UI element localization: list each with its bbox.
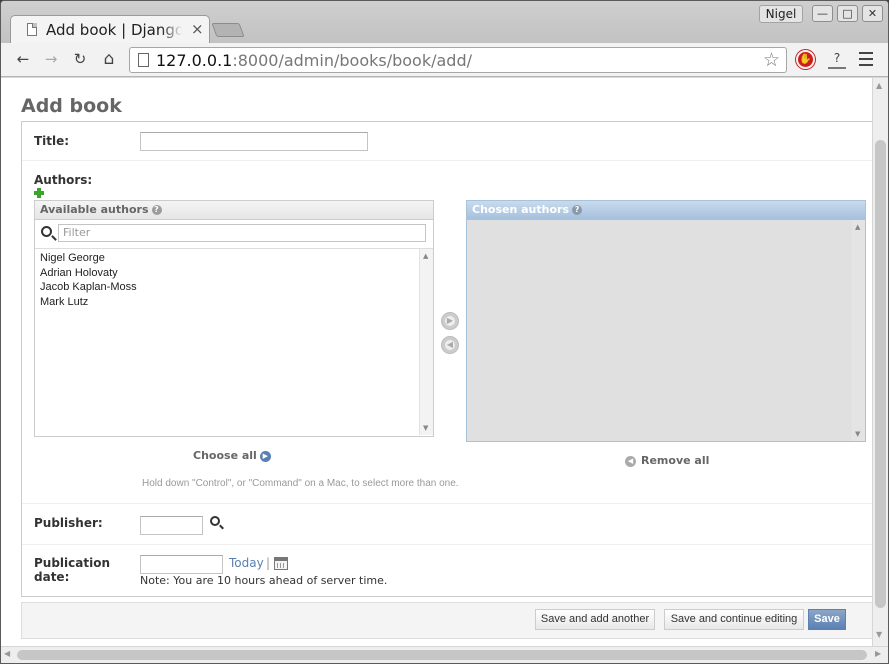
remove-all-link[interactable]: ◀ Remove all <box>625 454 709 467</box>
title-row: Title: <box>22 122 872 161</box>
download-extension-icon[interactable]: ? <box>828 51 846 69</box>
publication-date-input[interactable] <box>140 555 223 574</box>
save-and-add-another-button[interactable]: Save and add another <box>535 609 655 630</box>
choose-all-link[interactable]: Choose all ▶ <box>193 449 271 462</box>
maximize-button[interactable]: □ <box>837 5 858 22</box>
page-title: Add book <box>21 95 122 117</box>
title-label: Title: <box>34 134 70 148</box>
add-author-plus-icon[interactable] <box>34 188 44 198</box>
authors-row: Authors: Available authors? Filter Nigel… <box>22 161 872 504</box>
publisher-input[interactable] <box>140 516 203 535</box>
stop-extension-icon[interactable]: ✋ <box>796 50 815 69</box>
available-authors-box: Available authors? Filter Nigel George A… <box>34 200 434 437</box>
close-window-button[interactable]: ✕ <box>862 5 883 22</box>
bookmark-star-icon[interactable]: ☆ <box>763 49 780 71</box>
browser-tab[interactable]: Add book | Django site admin × <box>10 15 210 43</box>
page-horizontal-scrollbar[interactable]: ◀ ▶ <box>1 646 888 663</box>
save-and-continue-button[interactable]: Save and continue editing <box>664 609 804 630</box>
browser-toolbar: ← → ↻ ⌂ 127.0.0.1:8000/admin/books/book/… <box>1 43 888 77</box>
author-option[interactable]: Adrian Holovaty <box>35 266 433 281</box>
forward-icon[interactable]: → <box>41 49 61 69</box>
publication-date-row: Publication date: Today | Note: You are 1… <box>22 545 872 598</box>
available-authors-list[interactable]: Nigel George Adrian Holovaty Jacob Kapla… <box>35 249 433 435</box>
list-scrollbar[interactable]: ▲ ▼ <box>419 249 433 435</box>
address-bar[interactable]: 127.0.0.1:8000/admin/books/book/add/ ☆ <box>129 47 787 73</box>
home-icon[interactable]: ⌂ <box>99 49 119 69</box>
authors-label: Authors: <box>34 173 93 187</box>
authors-help-text: Hold down "Control", or "Command" on a M… <box>142 478 459 489</box>
tab-title: Add book | Django site admin <box>46 21 182 39</box>
chosen-authors-box: Chosen authors? ▲ ▼ <box>466 200 866 442</box>
submit-row: Save and add another Save and continue e… <box>21 602 872 639</box>
back-icon[interactable]: ← <box>13 49 33 69</box>
calendar-icon[interactable] <box>274 557 288 570</box>
filter-input[interactable]: Filter <box>58 224 426 242</box>
chosen-authors-header: Chosen authors? <box>467 201 865 220</box>
choose-all-icon: ▶ <box>259 450 271 462</box>
help-icon: ? <box>151 205 162 215</box>
filter-row: Filter <box>35 220 433 249</box>
horizontal-scroll-thumb[interactable] <box>17 650 867 660</box>
reload-icon[interactable]: ↻ <box>70 49 90 69</box>
book-form-fieldset: Title: Authors: Available authors? Filte… <box>21 121 872 597</box>
tab-close-icon[interactable]: × <box>191 20 204 38</box>
page-favicon-icon <box>27 23 37 36</box>
browser-window: Add book | Django site admin × Nigel — □… <box>0 0 889 664</box>
publisher-label: Publisher: <box>34 516 103 530</box>
lookup-search-icon[interactable] <box>210 516 220 526</box>
author-option[interactable]: Mark Lutz <box>35 295 433 310</box>
arrow-right-icon: ▶ <box>445 316 455 326</box>
new-tab-button[interactable] <box>211 23 245 37</box>
remove-all-icon: ◀ <box>625 455 636 467</box>
search-icon <box>41 226 52 237</box>
author-option[interactable]: Nigel George <box>35 251 433 266</box>
available-authors-header: Available authors? <box>35 201 433 220</box>
timezone-note: Note: You are 10 hours ahead of server t… <box>140 574 388 587</box>
minimize-button[interactable]: — <box>812 5 833 22</box>
separator: | <box>266 556 271 570</box>
arrow-left-icon: ◀ <box>445 340 455 350</box>
profile-user-badge[interactable]: Nigel <box>759 5 803 23</box>
page-vertical-scrollbar[interactable]: ▲ ▼ <box>872 78 888 646</box>
today-link[interactable]: Today <box>229 556 264 570</box>
list-scrollbar[interactable]: ▲ ▼ <box>851 220 865 441</box>
save-button[interactable]: Save <box>808 609 846 630</box>
remove-arrow-button[interactable]: ◀ <box>441 336 459 354</box>
publisher-row: Publisher: <box>22 504 872 545</box>
url-text: 127.0.0.1:8000/admin/books/book/add/ <box>156 51 472 70</box>
page-icon <box>138 53 149 67</box>
author-option[interactable]: Jacob Kaplan-Moss <box>35 280 433 295</box>
choose-arrow-button[interactable]: ▶ <box>441 312 459 330</box>
vertical-scroll-thumb[interactable] <box>875 140 886 608</box>
title-input[interactable] <box>140 132 368 151</box>
help-icon: ? <box>572 205 583 215</box>
chosen-authors-list[interactable]: ▲ ▼ <box>467 220 865 441</box>
browser-menu-icon[interactable] <box>859 52 873 66</box>
page-viewport: Add book Title: Authors: Available autho… <box>1 78 872 646</box>
publication-date-label: Publication date: <box>34 556 111 584</box>
title-bar: Add book | Django site admin × Nigel — □… <box>1 1 888 43</box>
